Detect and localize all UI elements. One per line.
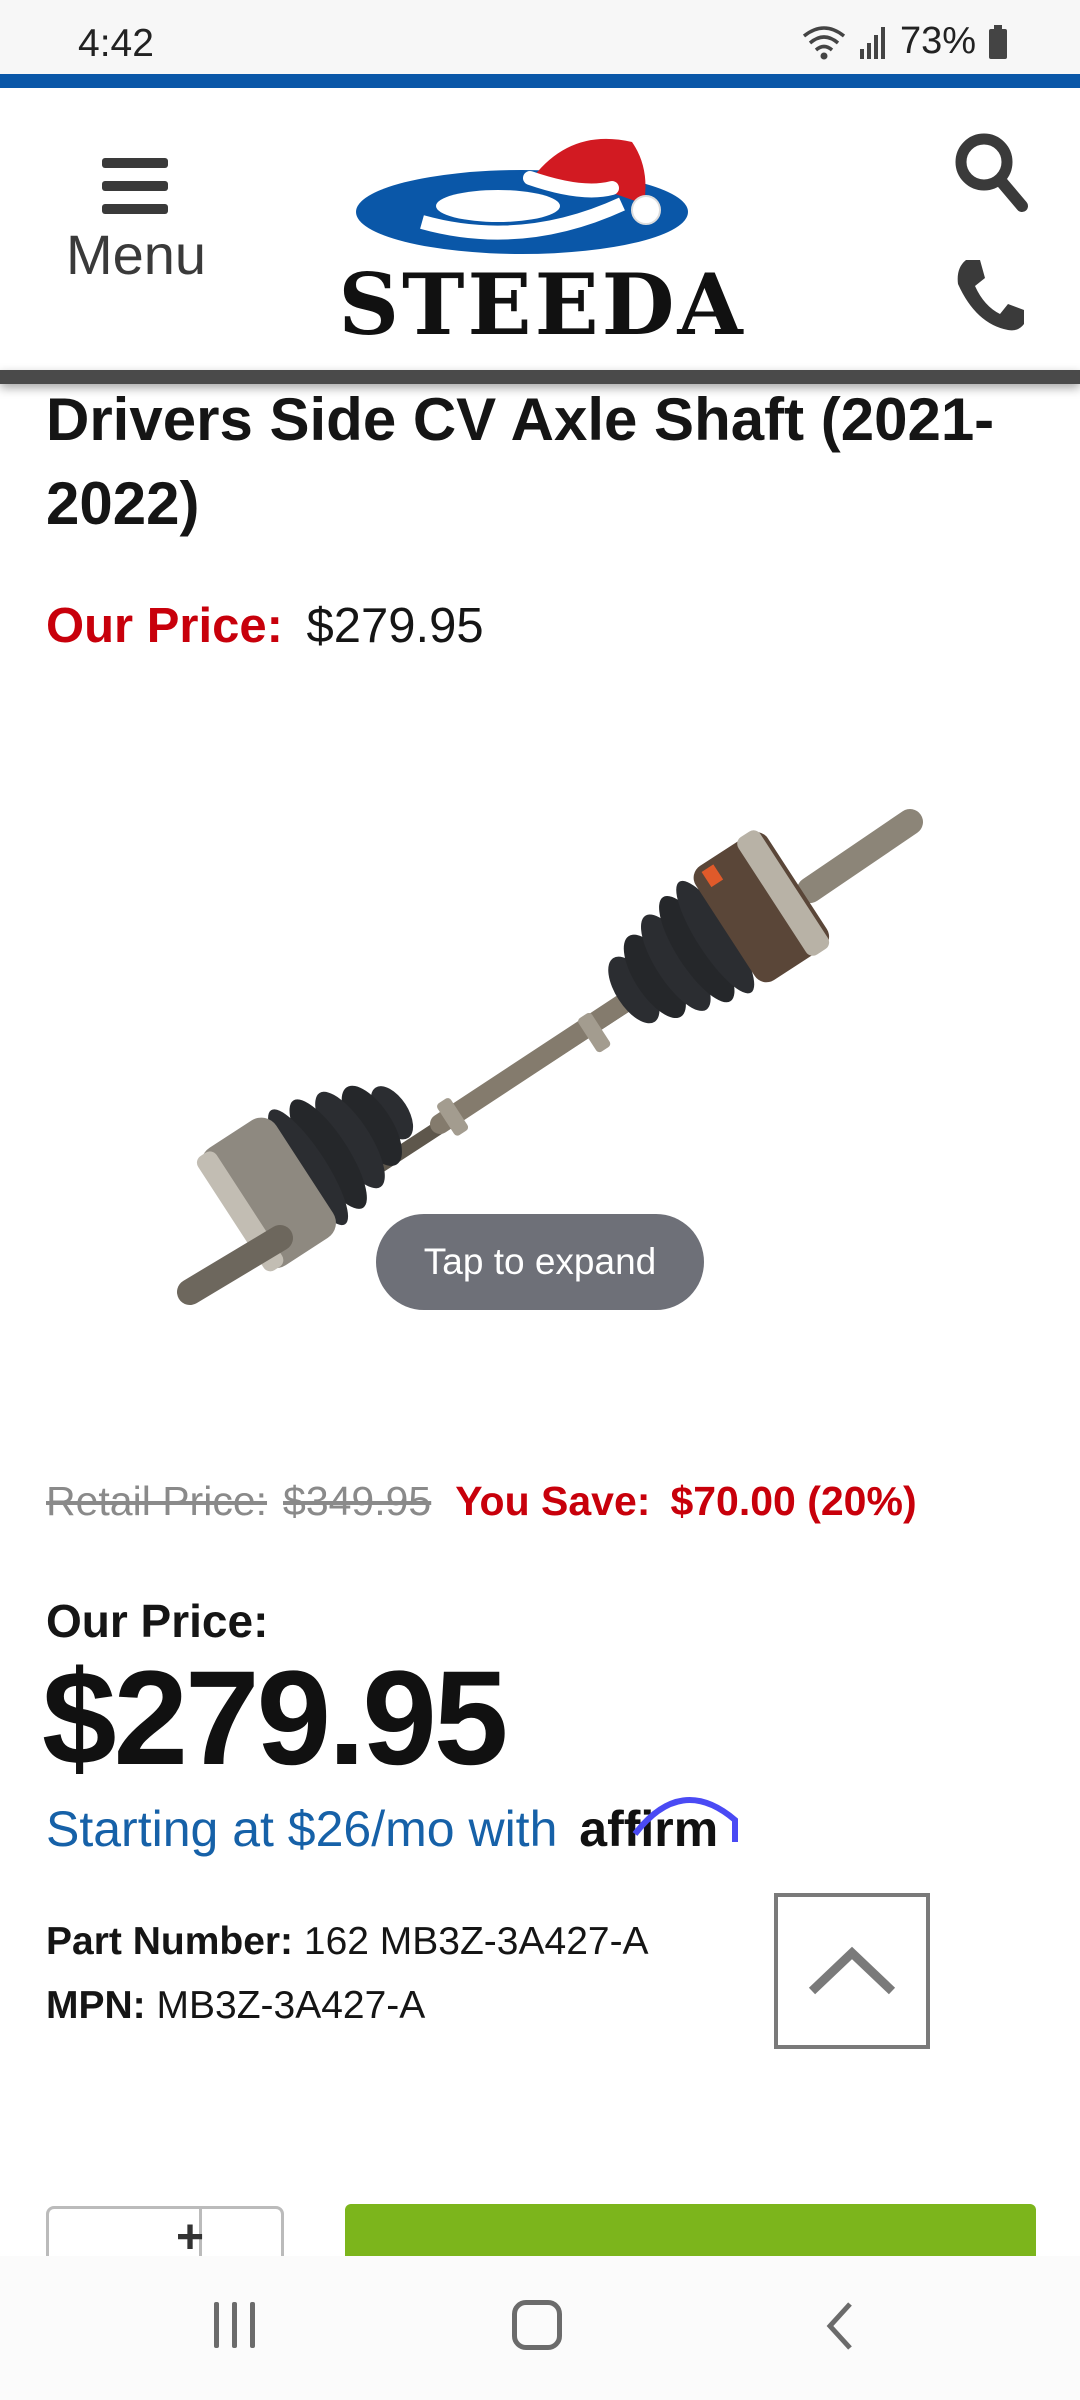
add-to-cart-button[interactable] <box>345 2204 1036 2264</box>
product-title: Drivers Side CV Axle Shaft (2021-2022) <box>46 386 995 537</box>
part-number-value: 162 MB3Z-3A427-A <box>303 1920 649 1963</box>
header-accent-line <box>0 74 1080 88</box>
top-price-label: Our Price: <box>46 599 283 653</box>
system-nav-bar <box>0 2256 1080 2400</box>
home-icon[interactable] <box>512 2300 562 2350</box>
affirm-text: Starting at $26/mo with <box>46 1801 558 1857</box>
battery-percent: 73% <box>899 20 976 62</box>
site-header: Menu STEEDA <box>0 88 1080 370</box>
status-icons: 73% <box>802 20 1008 63</box>
battery-icon <box>989 24 1007 59</box>
affirm-logo: affirm <box>579 1797 739 1858</box>
mpn-value: MB3Z-3A427-A <box>156 1984 426 2027</box>
signal-icon <box>859 26 885 59</box>
affirm-financing-link[interactable]: Starting at $26/mo with affirm <box>46 1797 739 1858</box>
menu-label: Menu <box>65 223 207 286</box>
hamburger-icon <box>102 158 168 214</box>
you-save-value: $70.00 (20%) <box>670 1478 917 1524</box>
back-to-top-button[interactable] <box>774 1893 930 2049</box>
retail-price-value: $349.95 <box>283 1478 432 1524</box>
menu-button[interactable]: Menu <box>56 158 216 308</box>
top-price: Our Price: $279.95 <box>46 598 484 654</box>
mpn-label: MPN: <box>46 1984 146 2027</box>
part-number-row: Part Number: 162 MB3Z-3A427-A <box>46 1920 649 1964</box>
affirm-arc-icon <box>632 1797 739 1842</box>
phone-icon[interactable] <box>952 254 1028 334</box>
tap-to-expand-button[interactable]: Tap to expand <box>376 1214 704 1310</box>
quantity-stepper[interactable] <box>46 2206 284 2265</box>
retail-price-label: Retail Price: <box>46 1478 268 1524</box>
steeda-logo[interactable]: STEEDA <box>272 134 812 354</box>
search-icon[interactable] <box>950 128 1030 218</box>
status-bar: 4:42 73% <box>0 0 1080 74</box>
our-price-label: Our Price: <box>46 1595 269 1647</box>
recent-apps-icon[interactable] <box>212 2302 258 2348</box>
our-price-value: $279.95 <box>42 1644 508 1793</box>
wifi-icon <box>802 25 846 59</box>
top-price-value: $279.95 <box>306 599 484 653</box>
product-page: 4:42 73% Menu STEEDA Drivers Side CV Axl… <box>0 0 1080 2400</box>
svg-text:STEEDA: STEEDA <box>338 255 745 354</box>
savings-row: Retail Price: $349.95 You Save: $70.00 (20%… <box>46 1478 1046 1525</box>
you-save-label: You Save: <box>455 1478 651 1524</box>
chevron-up-icon <box>808 1946 896 1995</box>
mpn-row: MPN: MB3Z-3A427-A <box>46 1984 425 2028</box>
status-time: 4:42 <box>78 22 154 65</box>
part-number-label: Part Number: <box>46 1920 294 1963</box>
back-icon[interactable] <box>820 2296 860 2356</box>
